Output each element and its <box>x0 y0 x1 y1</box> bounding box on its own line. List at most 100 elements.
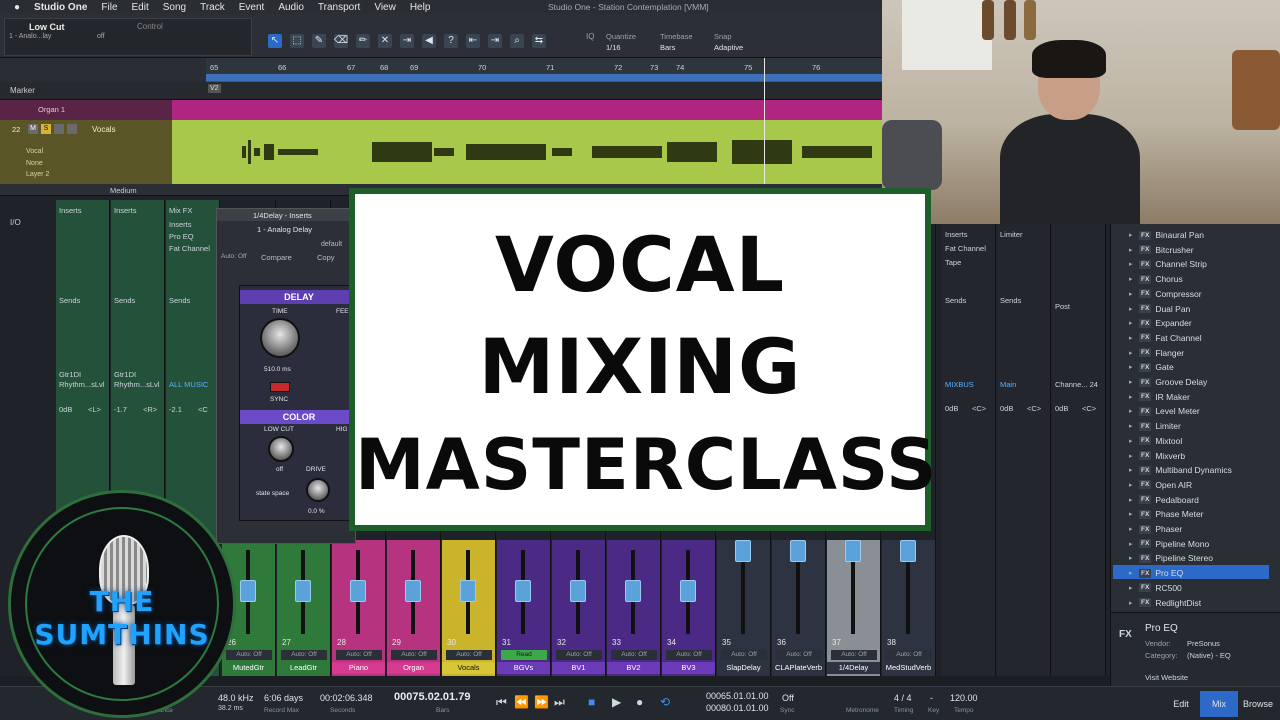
automation-mode[interactable]: Auto: Off <box>226 650 272 660</box>
automation-mode[interactable]: Auto: Off <box>556 650 602 660</box>
fader-handle[interactable] <box>405 580 421 602</box>
automation-mode[interactable]: Auto: Off <box>721 650 767 660</box>
sync-toggle[interactable] <box>270 382 290 392</box>
nudge-right-icon[interactable]: ⇥ <box>488 34 502 48</box>
menu-event[interactable]: Event <box>239 2 265 13</box>
mute-tool-icon[interactable]: ✕ <box>378 34 392 48</box>
browser-item[interactable]: ▸ FX Chorus <box>1129 272 1183 286</box>
fader-track[interactable] <box>906 550 910 634</box>
expand-arrow-icon[interactable]: ▸ <box>1129 305 1133 313</box>
fader-track[interactable] <box>741 550 745 634</box>
tempo-value[interactable]: 120.00 <box>950 693 978 703</box>
channel-name[interactable]: BGVs <box>497 662 550 674</box>
post-label[interactable]: Post <box>1055 302 1070 311</box>
return-to-zero-icon[interactable]: ⏮ <box>496 695 507 710</box>
menu-audio[interactable]: Audio <box>278 2 304 13</box>
mix-tab[interactable]: Mix <box>1200 691 1238 717</box>
output-label[interactable]: ALL MUSIC <box>169 380 208 389</box>
menu-view[interactable]: View <box>374 2 396 13</box>
fader-handle[interactable] <box>240 580 256 602</box>
fast-forward-icon[interactable]: ⏩ <box>534 695 549 709</box>
sends-label[interactable]: Sends <box>169 296 190 305</box>
insert-slot[interactable]: Fat Channel <box>169 244 210 253</box>
expand-arrow-icon[interactable]: ▸ <box>1129 496 1133 504</box>
low-cut-knob[interactable] <box>268 436 294 462</box>
volume-readout[interactable]: 0dB <box>945 404 958 413</box>
browser-item[interactable]: ▸ FX Mixtool <box>1129 434 1182 448</box>
arrow-tool-icon[interactable]: ↖ <box>268 34 282 48</box>
insert-slot[interactable]: Limiter <box>1000 230 1023 239</box>
browser-item[interactable]: ▸ FX Flanger <box>1129 346 1184 360</box>
expand-arrow-icon[interactable]: ▸ <box>1129 319 1133 327</box>
pan-readout[interactable]: <R> <box>143 405 157 414</box>
autoscroll-icon[interactable]: ⇆ <box>532 34 546 48</box>
output-label[interactable]: MIXBUS <box>945 380 974 389</box>
seconds-time[interactable]: 00:02:06.348 <box>320 693 373 703</box>
fader-handle[interactable] <box>350 580 366 602</box>
automation-mode[interactable]: Auto: Off <box>336 650 382 660</box>
expand-arrow-icon[interactable]: ▸ <box>1129 290 1133 298</box>
fader-handle[interactable] <box>295 580 311 602</box>
browser-item[interactable]: ▸ FX Bitcrusher <box>1129 243 1194 257</box>
plugin-title[interactable]: 1/4Delay - Inserts <box>217 209 355 221</box>
volume-readout[interactable]: 0dB <box>1000 404 1013 413</box>
expand-arrow-icon[interactable]: ▸ <box>1129 569 1133 577</box>
pan-readout[interactable]: <C> <box>1027 404 1041 413</box>
browser-item[interactable]: ▸ FX RC500 <box>1129 581 1182 595</box>
end-icon[interactable]: ⏭ <box>554 695 565 710</box>
organ-track-lane[interactable] <box>172 100 882 120</box>
expand-arrow-icon[interactable]: ▸ <box>1129 554 1133 562</box>
mixfx-label[interactable]: Mix FX <box>169 206 192 215</box>
browser-item[interactable]: ▸ FX RedlightDist <box>1129 596 1201 610</box>
output-label[interactable]: Main <box>1000 380 1016 389</box>
pan-readout[interactable]: <C <box>198 405 208 414</box>
plugin-default-preset[interactable]: default <box>321 241 342 248</box>
lane-size[interactable]: Medium <box>110 186 137 195</box>
instrument-control-panel[interactable]: Low Cut 1 - Analo...lay off Control <box>4 18 252 56</box>
automation-mode[interactable]: Auto: Off <box>391 650 437 660</box>
visit-website-link[interactable]: Visit Website <box>1145 673 1188 682</box>
browser-item[interactable]: ▸ FX Dual Pan <box>1129 302 1190 316</box>
channel-name[interactable]: CLAPlateVerb <box>772 662 825 674</box>
expand-arrow-icon[interactable]: ▸ <box>1129 422 1133 430</box>
vocals-track-header[interactable]: 22 M S Vocals Vocal None Layer 2 <box>0 120 172 184</box>
record-button[interactable] <box>54 124 64 134</box>
marker-v2[interactable]: V2 <box>208 84 221 93</box>
fader-handle[interactable] <box>570 580 586 602</box>
browser-item[interactable]: ▸ FX IR Maker <box>1129 390 1190 404</box>
channel-name[interactable]: BV2 <box>607 662 660 674</box>
volume-readout[interactable]: 0dB <box>59 405 72 414</box>
range-tool-icon[interactable]: ⬚ <box>290 34 304 48</box>
fader-handle[interactable] <box>680 580 696 602</box>
input-label[interactable]: Gtr1DI <box>114 370 136 379</box>
bend-tool-icon[interactable]: ⇥ <box>400 34 414 48</box>
expand-arrow-icon[interactable]: ▸ <box>1129 246 1133 254</box>
expand-arrow-icon[interactable]: ▸ <box>1129 599 1133 607</box>
browser-item[interactable]: ▸ FX Mixverb <box>1129 449 1185 463</box>
timebase-field[interactable]: Timebase Bars <box>660 32 693 52</box>
inserts-label[interactable]: Inserts <box>59 206 82 215</box>
automation-mode[interactable]: Auto: Off <box>886 650 932 660</box>
expand-arrow-icon[interactable]: ▸ <box>1129 275 1133 283</box>
menu-edit[interactable]: Edit <box>132 2 149 13</box>
zoom-icon[interactable]: ⌕ <box>510 34 524 48</box>
app-name-menu[interactable]: Studio One <box>34 2 87 13</box>
browser-item[interactable]: ▸ FX Channel Strip <box>1129 257 1207 271</box>
expand-arrow-icon[interactable]: ▸ <box>1129 584 1133 592</box>
expand-arrow-icon[interactable]: ▸ <box>1129 349 1133 357</box>
browser-item[interactable]: ▸ FX Pipeline Stereo <box>1129 551 1213 565</box>
eraser-tool-icon[interactable]: ⌫ <box>334 34 348 48</box>
automation-mode[interactable]: Read <box>501 650 547 660</box>
channel-name[interactable]: 1/4Delay <box>827 662 880 674</box>
automation-mode[interactable]: Auto: Off <box>666 650 712 660</box>
fader-handle[interactable] <box>515 580 531 602</box>
snap-field[interactable]: Snap Adaptive <box>714 32 743 52</box>
browser-item[interactable]: ▸ FX Phaser <box>1129 522 1182 536</box>
channel-name[interactable]: Organ <box>387 662 440 674</box>
menu-file[interactable]: File <box>101 2 117 13</box>
stop-icon[interactable]: ■ <box>588 695 595 709</box>
automation-mode[interactable]: Auto: Off <box>281 650 327 660</box>
expand-arrow-icon[interactable]: ▸ <box>1129 363 1133 371</box>
fader-handle[interactable] <box>845 540 861 562</box>
drive-knob[interactable] <box>306 478 330 502</box>
